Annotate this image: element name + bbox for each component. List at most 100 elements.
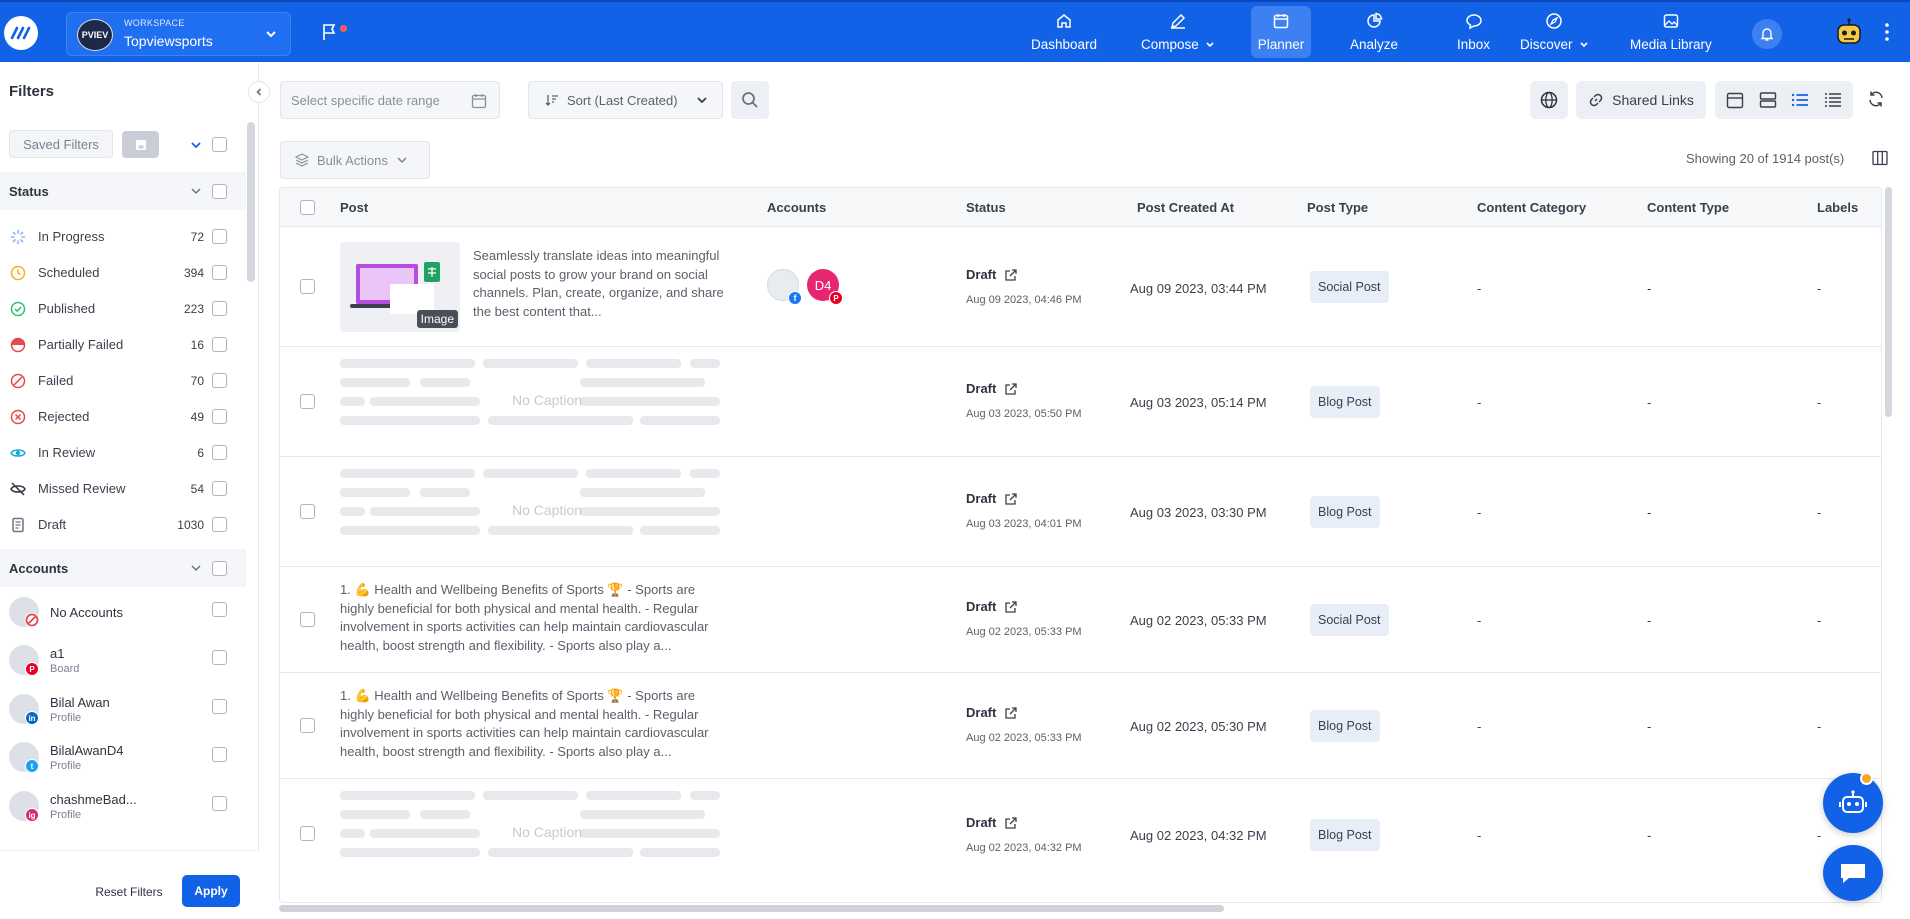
- status-filter-published[interactable]: Published 223: [0, 291, 246, 327]
- logo-icon[interactable]: [4, 16, 38, 50]
- account-checkbox[interactable]: [212, 796, 227, 811]
- account-checkbox[interactable]: [212, 747, 227, 762]
- account-item[interactable]: No Accounts: [0, 590, 246, 638]
- table-vertical-scrollbar[interactable]: [1885, 187, 1892, 417]
- nav-compose[interactable]: Compose: [1131, 6, 1225, 58]
- external-link-icon[interactable]: [1004, 492, 1018, 506]
- accounts-section-header[interactable]: Accounts: [0, 549, 246, 587]
- status-filter-failed[interactable]: Failed 70: [0, 363, 246, 399]
- table-row[interactable]: 1. 💪 Health and Wellbeing Benefits of Sp…: [280, 567, 1881, 673]
- user-avatar-robot-icon[interactable]: [1830, 14, 1868, 52]
- external-link-icon[interactable]: [1004, 706, 1018, 720]
- status-checkbox[interactable]: [212, 409, 227, 424]
- account-checkbox[interactable]: [212, 602, 227, 617]
- status-filter-partially-failed[interactable]: Partially Failed 16: [0, 327, 246, 363]
- row-checkbox[interactable]: [300, 279, 315, 294]
- timezone-button[interactable]: [1530, 81, 1568, 119]
- status-filter-missed-review[interactable]: Missed Review 54: [0, 471, 246, 507]
- status-checkbox[interactable]: [212, 517, 227, 532]
- refresh-icon[interactable]: [1867, 90, 1885, 108]
- post-status[interactable]: Draft: [966, 815, 1018, 830]
- status-checkbox[interactable]: [212, 445, 227, 460]
- column-header-post[interactable]: Post: [340, 200, 368, 215]
- column-header-labels[interactable]: Labels: [1817, 200, 1858, 215]
- columns-icon[interactable]: [1872, 150, 1888, 166]
- nav-inbox[interactable]: Inbox: [1447, 6, 1500, 58]
- post-status[interactable]: Draft: [966, 491, 1018, 506]
- workspace-switcher[interactable]: PVIEV WORKSPACE Topviewsports: [66, 12, 291, 56]
- apply-button[interactable]: Apply: [182, 875, 240, 907]
- shared-links-button[interactable]: Shared Links: [1576, 81, 1706, 119]
- status-filter-scheduled[interactable]: Scheduled 394: [0, 255, 246, 291]
- nav-discover[interactable]: Discover: [1510, 6, 1599, 58]
- status-filter-in-review[interactable]: In Review 6: [0, 435, 246, 471]
- chevron-down-icon[interactable]: [190, 139, 202, 151]
- status-section-header[interactable]: Status: [0, 172, 246, 210]
- sort-dropdown[interactable]: Sort (Last Created): [528, 81, 723, 119]
- notifications-button[interactable]: [1752, 19, 1782, 49]
- status-filter-draft[interactable]: Draft 1030: [0, 507, 246, 543]
- column-header-content-type[interactable]: Content Type: [1647, 200, 1729, 215]
- status-checkbox[interactable]: [212, 337, 227, 352]
- compact-list-view-icon[interactable]: [1823, 90, 1843, 110]
- scrollbar-thumb[interactable]: [279, 905, 1224, 912]
- row-checkbox[interactable]: [300, 612, 315, 627]
- flag-icon[interactable]: [322, 23, 338, 41]
- more-vertical-icon[interactable]: [1884, 22, 1890, 42]
- post-status[interactable]: Draft: [966, 705, 1018, 720]
- status-checkbox[interactable]: [212, 265, 227, 280]
- search-button[interactable]: [731, 81, 769, 119]
- row-checkbox[interactable]: [300, 504, 315, 519]
- collapse-sidebar-button[interactable]: [248, 81, 270, 103]
- list-view-icon[interactable]: [1790, 90, 1810, 110]
- status-filter-rejected[interactable]: Rejected 49: [0, 399, 246, 435]
- account-item[interactable]: in Bilal Awan Profile: [0, 687, 246, 735]
- status-checkbox[interactable]: [212, 229, 227, 244]
- post-status[interactable]: Draft: [966, 267, 1018, 282]
- external-link-icon[interactable]: [1004, 268, 1018, 282]
- column-header-content-category[interactable]: Content Category: [1477, 200, 1586, 215]
- post-thumbnail[interactable]: Image: [340, 242, 460, 332]
- sidebar-scrollbar[interactable]: [247, 122, 255, 282]
- save-filter-button[interactable]: [122, 131, 159, 158]
- column-header-post-type[interactable]: Post Type: [1307, 200, 1368, 215]
- status-checkbox[interactable]: [212, 373, 227, 388]
- table-row[interactable]: Image Seamlessly translate ideas into me…: [280, 227, 1881, 347]
- account-item[interactable]: ig chashmeBad... Profile: [0, 784, 246, 832]
- nav-dashboard[interactable]: Dashboard: [1021, 6, 1107, 58]
- post-status[interactable]: Draft: [966, 381, 1018, 396]
- row-checkbox[interactable]: [300, 394, 315, 409]
- select-all-rows-checkbox[interactable]: [300, 200, 315, 215]
- row-checkbox[interactable]: [300, 718, 315, 733]
- status-all-checkbox[interactable]: [212, 184, 227, 199]
- table-row[interactable]: 1. 💪 Health and Wellbeing Benefits of Sp…: [280, 673, 1881, 779]
- account-item[interactable]: P a1 Board: [0, 638, 246, 686]
- account-item[interactable]: t BilalAwanD4 Profile: [0, 735, 246, 783]
- live-chat-button[interactable]: [1823, 845, 1883, 901]
- column-header-status[interactable]: Status: [966, 200, 1006, 215]
- nav-analyze[interactable]: Analyze: [1340, 6, 1408, 58]
- feed-view-icon[interactable]: [1758, 90, 1778, 110]
- status-filter-in-progress[interactable]: In Progress 72: [0, 219, 246, 255]
- calendar-view-icon[interactable]: [1725, 90, 1745, 110]
- assistant-bot-button[interactable]: [1823, 773, 1883, 833]
- table-row[interactable]: No Caption Draft Aug 02 2023, 04:32 PM A…: [280, 779, 1881, 902]
- reset-filters-button[interactable]: Reset Filters: [84, 876, 174, 908]
- post-status[interactable]: Draft: [966, 599, 1018, 614]
- saved-filters-dropdown[interactable]: Saved Filters: [9, 130, 113, 158]
- accounts-all-checkbox[interactable]: [212, 561, 227, 576]
- external-link-icon[interactable]: [1004, 816, 1018, 830]
- external-link-icon[interactable]: [1004, 382, 1018, 396]
- status-checkbox[interactable]: [212, 481, 227, 496]
- external-link-icon[interactable]: [1004, 600, 1018, 614]
- date-range-input[interactable]: Select specific date range: [280, 81, 500, 119]
- account-checkbox[interactable]: [212, 699, 227, 714]
- table-row[interactable]: No Caption Draft Aug 03 2023, 04:01 PM A…: [280, 457, 1881, 567]
- table-horizontal-scrollbar[interactable]: [279, 903, 1882, 912]
- status-checkbox[interactable]: [212, 301, 227, 316]
- bulk-actions-dropdown[interactable]: Bulk Actions: [280, 141, 430, 179]
- nav-planner[interactable]: Planner: [1251, 6, 1311, 58]
- nav-media-library[interactable]: Media Library: [1620, 6, 1722, 58]
- row-checkbox[interactable]: [300, 826, 315, 841]
- table-row[interactable]: No Caption Draft Aug 03 2023, 05:50 PM A…: [280, 347, 1881, 457]
